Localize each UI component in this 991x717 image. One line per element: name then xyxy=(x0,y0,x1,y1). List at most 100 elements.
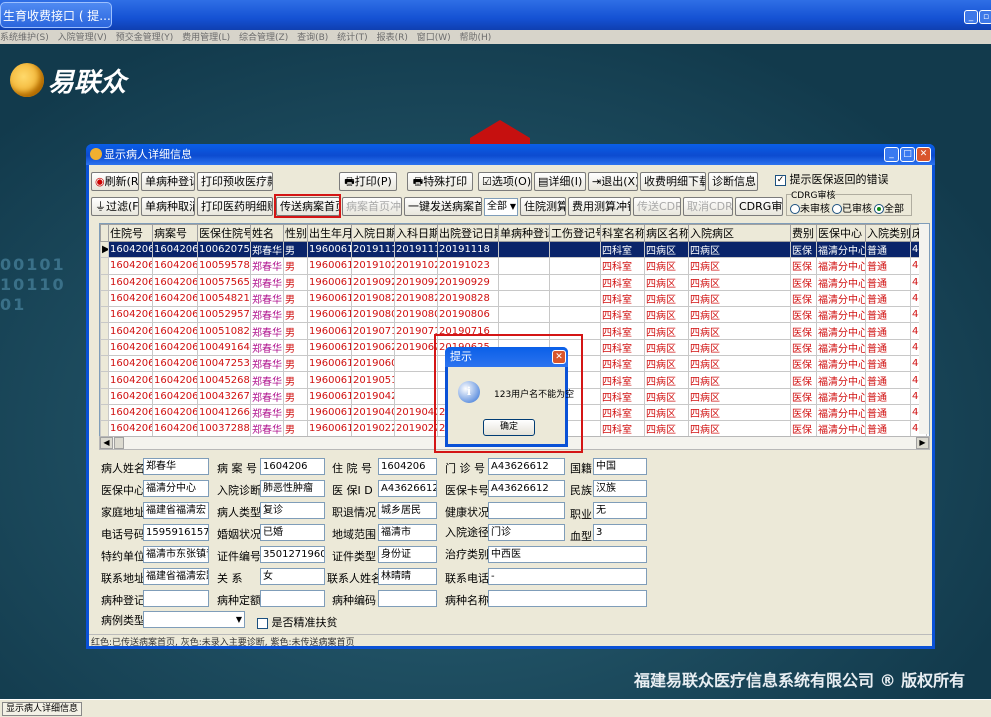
contract-unit-field[interactable]: 福清市东张镇音 xyxy=(143,546,209,563)
exit-button[interactable]: ⇥退出(X) xyxy=(588,172,638,191)
column-header[interactable]: 入院类别 xyxy=(865,224,911,242)
column-header[interactable]: 入院病区 xyxy=(688,224,791,242)
send-cdrg-button[interactable]: 传送CDRG xyxy=(633,197,681,216)
disease-register-field[interactable] xyxy=(143,590,209,607)
employment-field[interactable]: 城乡居民 xyxy=(378,502,437,519)
disease-name-field[interactable] xyxy=(488,590,647,607)
ok-button[interactable]: 确定 xyxy=(483,419,535,436)
case-homepage-reverse-button[interactable]: 病案首页冲销 xyxy=(342,197,402,216)
ethnicity-field[interactable]: 汉族 xyxy=(593,480,647,497)
close-icon[interactable]: ✕ xyxy=(916,147,931,162)
print-button[interactable]: 🖶打印(P) xyxy=(339,172,397,191)
case-no-field[interactable]: 1604206 xyxy=(260,458,325,475)
column-header[interactable]: 性别 xyxy=(283,224,308,242)
contact-phone-field[interactable]: - xyxy=(488,568,647,585)
detail-button[interactable]: ▤详细(I) xyxy=(534,172,586,191)
print-medicine-detail-button[interactable]: 打印医药明细账 xyxy=(197,197,273,216)
column-header[interactable]: 费别 xyxy=(790,224,817,242)
name-field[interactable]: 郑春华 xyxy=(143,458,209,475)
minimize-icon[interactable]: _ xyxy=(884,147,899,162)
column-header[interactable]: 出生年月 xyxy=(307,224,352,242)
menu-item[interactable]: 帮助(H) xyxy=(460,33,492,43)
menu-item[interactable]: 报表(R) xyxy=(377,33,408,43)
scroll-thumb[interactable] xyxy=(114,437,124,449)
table-row[interactable]: 160420616042061005482102郑春华男196006132019… xyxy=(100,289,927,308)
column-header[interactable]: 病区名称 xyxy=(644,224,689,242)
print-prepay-button[interactable]: 打印预收医疗款 xyxy=(197,172,273,191)
admission-route-field[interactable]: 门诊 xyxy=(488,524,565,541)
inpatient-no-field[interactable]: 1604206 xyxy=(378,458,437,475)
treatment-type-field[interactable]: 中西医 xyxy=(488,546,647,563)
region-field[interactable]: 福清市 xyxy=(378,524,437,541)
table-row[interactable]: 160420616042061005295701郑春华男196006132019… xyxy=(100,306,927,324)
one-click-send-button[interactable]: 一键发送病案首页 xyxy=(404,197,482,216)
nationality-field[interactable]: 中国 xyxy=(593,458,647,475)
menu-item[interactable]: 统计(T) xyxy=(337,33,368,43)
home-address-field[interactable]: 福建省福清宏 xyxy=(143,502,209,519)
cancel-cdrg-button[interactable]: 取消CDRG xyxy=(683,197,733,216)
marital-field[interactable]: 已婚 xyxy=(260,524,325,541)
column-header[interactable]: 入院日期 xyxy=(351,224,395,242)
disease-code-field[interactable] xyxy=(378,590,437,607)
case-type-select[interactable]: ▼ xyxy=(143,611,245,628)
disease-quota-field[interactable] xyxy=(260,590,325,607)
diagnosis-info-button[interactable]: 诊断信息 xyxy=(708,172,758,191)
patient-type-field[interactable]: 复诊 xyxy=(260,502,325,519)
contact-address-field[interactable]: 福建省福清宏路 xyxy=(143,568,209,585)
minimize-icon[interactable]: _ xyxy=(964,10,978,24)
occupation-field[interactable]: 无 xyxy=(593,502,647,519)
cdrg-audit-button[interactable]: CDRG审核 xyxy=(735,197,783,216)
radio-unaudited[interactable]: 未审核 xyxy=(790,200,830,215)
table-row[interactable]: 160420616042061005957813郑春华男196006132019… xyxy=(100,257,927,275)
show-error-checkbox[interactable]: ✓ 提示医保返回的错误 xyxy=(775,171,889,187)
single-disease-cancel-button[interactable]: 单病种取消 xyxy=(141,197,195,216)
column-header[interactable]: 病案号 xyxy=(152,224,198,242)
scroll-right-icon[interactable]: ▶ xyxy=(916,437,929,449)
insurance-card-field[interactable]: A43626612 xyxy=(488,480,565,497)
column-header[interactable]: 姓名 xyxy=(250,224,284,242)
poverty-checkbox[interactable]: 是否精准扶贫 xyxy=(257,614,338,630)
vertical-scrollbar[interactable] xyxy=(919,224,929,434)
insurance-id-field[interactable]: A43626612 xyxy=(378,480,437,497)
column-header[interactable]: 入科日期 xyxy=(394,224,438,242)
table-row[interactable]: 160420616042061005108243郑春华男196006132019… xyxy=(100,322,927,340)
status-tab[interactable]: 显示病人详细信息 xyxy=(2,702,83,716)
column-header[interactable]: 工伤登记号 xyxy=(549,224,601,242)
close-icon[interactable]: ✕ xyxy=(552,350,566,364)
special-print-button[interactable]: 🖶特殊打印 xyxy=(407,172,473,191)
column-header[interactable]: 医保中心 xyxy=(816,224,866,242)
phone-field[interactable]: 15959161571 xyxy=(143,524,209,541)
menu-item[interactable]: 窗口(W) xyxy=(417,33,451,43)
column-header[interactable]: 科室名称 xyxy=(600,224,645,242)
contact-name-field[interactable]: 林晴晴 xyxy=(378,568,437,585)
menu-item[interactable]: 系统维护(S) xyxy=(0,33,49,43)
cert-no-field[interactable]: 350127196006 xyxy=(260,546,325,563)
fee-detail-download-button[interactable]: 收费明细下载 xyxy=(640,172,706,191)
clinic-no-field[interactable]: A43626612 xyxy=(488,458,565,475)
blood-type-field[interactable]: 3 xyxy=(593,524,647,541)
maximize-icon[interactable]: ▫ xyxy=(979,10,991,24)
send-case-homepage-button[interactable]: 传送病案首页 xyxy=(276,197,340,216)
menu-item[interactable]: 查询(B) xyxy=(297,33,328,43)
health-status-field[interactable] xyxy=(488,502,565,519)
column-header[interactable]: 单病种登记 xyxy=(498,224,550,242)
column-header[interactable]: 出院登记日期 xyxy=(437,224,499,242)
menu-item[interactable]: 费用管理(L) xyxy=(182,33,230,43)
menu-item[interactable]: 入院管理(V) xyxy=(58,33,107,43)
inpatient-estimate-button[interactable]: 住院测算 xyxy=(520,197,566,216)
menu-item[interactable]: 综合管理(Z) xyxy=(239,33,288,43)
radio-all[interactable]: 全部 xyxy=(874,200,904,215)
menu-item[interactable]: 预交金管理(Y) xyxy=(116,33,174,43)
scroll-left-icon[interactable]: ◀ xyxy=(100,437,113,449)
refresh-button[interactable]: ◉刷新(R) xyxy=(91,172,139,191)
insurance-center-field[interactable]: 福清分中心 xyxy=(143,480,209,497)
filter-button[interactable]: ⏚过滤(F) xyxy=(91,197,139,216)
fee-estimate-reverse-button[interactable]: 费用测算冲销 xyxy=(568,197,631,216)
options-button[interactable]: ☑选项(O) xyxy=(478,172,532,191)
admission-diagnosis-field[interactable]: 肺恶性肿瘤 xyxy=(260,480,325,497)
relation-field[interactable]: 女 xyxy=(260,568,325,585)
column-header[interactable]: 医保住院号 xyxy=(197,224,251,242)
table-row[interactable]: ▶160420616042061006207507郑春华男19600613201… xyxy=(100,240,927,259)
table-row[interactable]: 160420616042061005756541郑春华男196006132019… xyxy=(100,273,927,291)
single-disease-register-button[interactable]: 单病种登记 xyxy=(141,172,195,191)
